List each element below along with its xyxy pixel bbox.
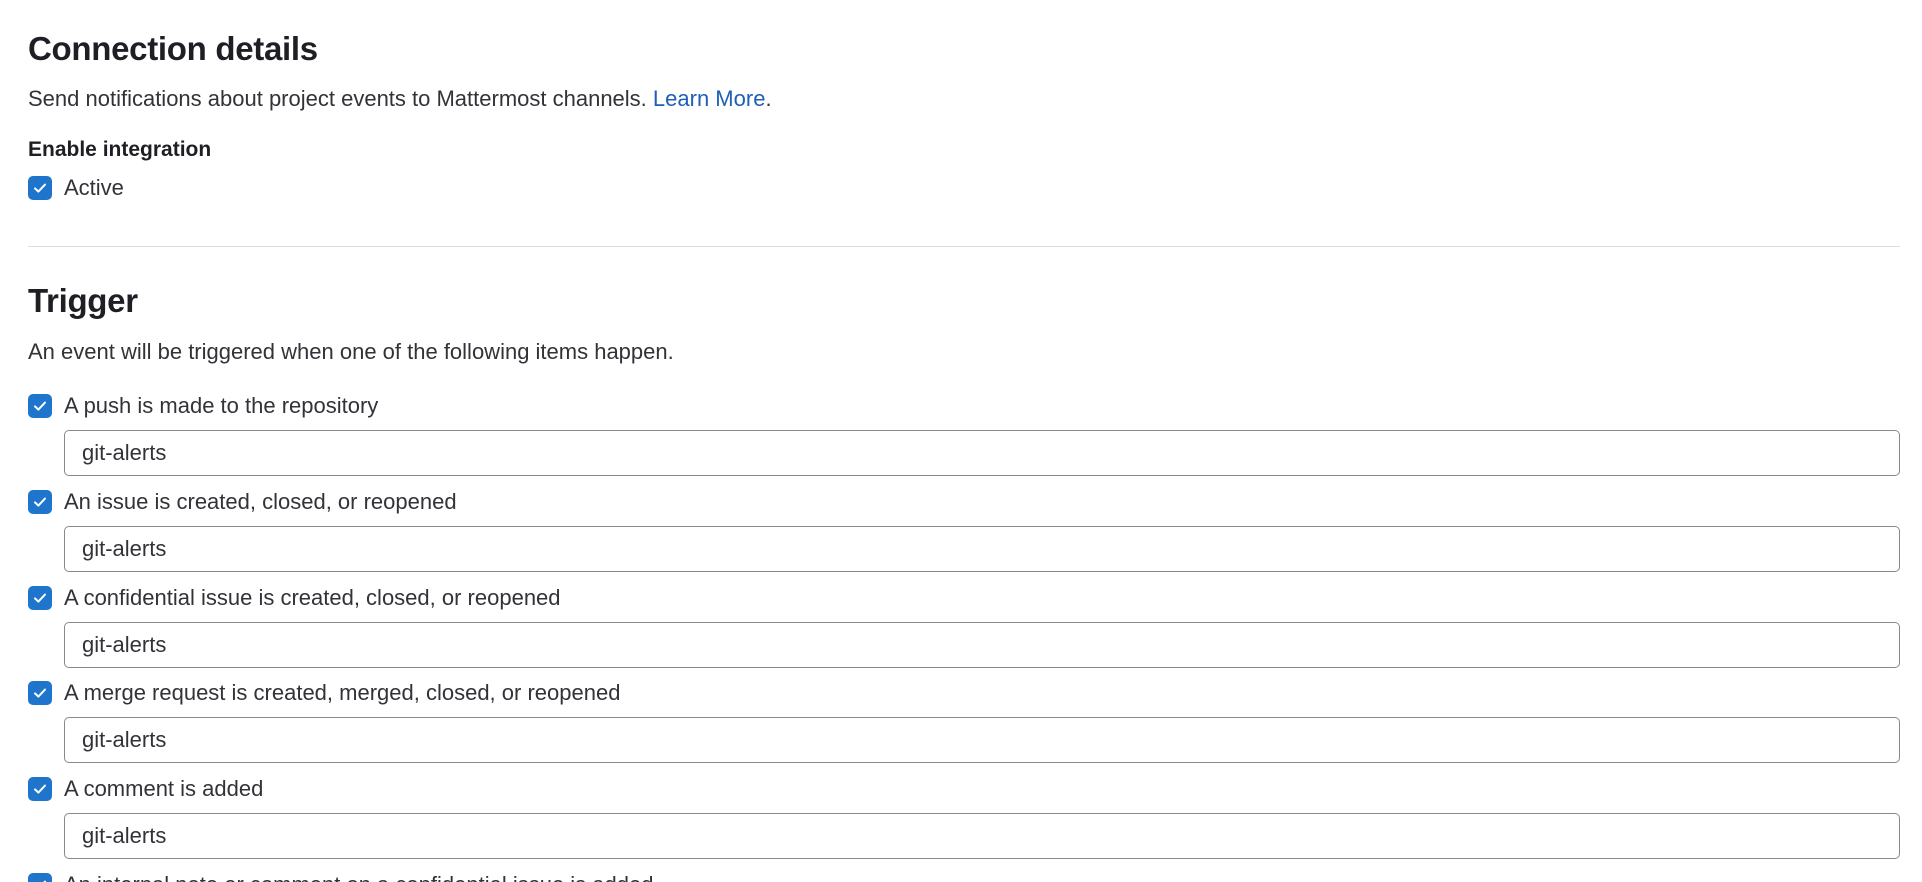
active-label: Active — [64, 175, 124, 200]
trigger-comment-row[interactable]: A comment is added — [28, 775, 263, 803]
connection-description: Send notifications about project events … — [28, 86, 772, 112]
trigger-merge-request-row[interactable]: A merge request is created, merged, clos… — [28, 679, 620, 707]
active-checkbox-row[interactable]: Active — [28, 174, 124, 202]
trigger-internal-note-checkbox[interactable] — [28, 873, 52, 882]
section-divider — [28, 246, 1900, 247]
trigger-comment-label: A comment is added — [64, 776, 264, 801]
checkmark-icon — [34, 784, 46, 794]
trigger-comment-checkbox[interactable] — [28, 777, 52, 801]
enable-integration-label: Enable integration — [28, 138, 212, 161]
checkmark-icon — [34, 183, 46, 193]
trigger-merge-request-label: A merge request is created, merged, clos… — [64, 680, 621, 705]
trigger-confidential-issue-channel-input[interactable] — [64, 622, 1900, 668]
trigger-merge-request-checkbox[interactable] — [28, 681, 52, 705]
learn-more-link[interactable]: Learn More — [653, 86, 766, 111]
trigger-push-label: A push is made to the repository — [64, 393, 379, 418]
trigger-merge-request-channel-input[interactable] — [64, 717, 1900, 763]
checkmark-icon — [34, 593, 46, 603]
trigger-push-checkbox[interactable] — [28, 394, 52, 418]
checkmark-icon — [34, 401, 46, 411]
checkmark-icon — [34, 497, 46, 507]
checkmark-icon — [34, 688, 46, 698]
trigger-internal-note-label: An internal note or comment on a confide… — [64, 872, 653, 882]
trigger-confidential-issue-label: A confidential issue is created, closed,… — [64, 585, 561, 610]
trigger-confidential-issue-checkbox[interactable] — [28, 586, 52, 610]
checkmark-icon — [43, 880, 46, 882]
trigger-description: An event will be triggered when one of t… — [28, 339, 674, 364]
trigger-issue-channel-input[interactable] — [64, 526, 1900, 572]
trigger-issue-row[interactable]: An issue is created, closed, or reopened — [28, 488, 457, 516]
trigger-issue-label: An issue is created, closed, or reopened — [64, 489, 457, 514]
trigger-issue-checkbox[interactable] — [28, 490, 52, 514]
active-checkbox[interactable] — [28, 176, 52, 200]
trigger-comment-channel-input[interactable] — [64, 813, 1900, 859]
trigger-push-row[interactable]: A push is made to the repository — [28, 392, 378, 420]
trigger-heading: Trigger — [28, 282, 138, 319]
trigger-push-channel-input[interactable] — [64, 430, 1900, 476]
connection-details-heading: Connection details — [28, 30, 318, 67]
description-period: . — [765, 86, 772, 111]
trigger-internal-note-row[interactable]: An internal note or comment on a confide… — [28, 871, 653, 882]
connection-description-text: Send notifications about project events … — [28, 86, 647, 111]
integration-settings-page: Connection details Send notifications ab… — [0, 0, 1922, 882]
trigger-confidential-issue-row[interactable]: A confidential issue is created, closed,… — [28, 584, 561, 612]
